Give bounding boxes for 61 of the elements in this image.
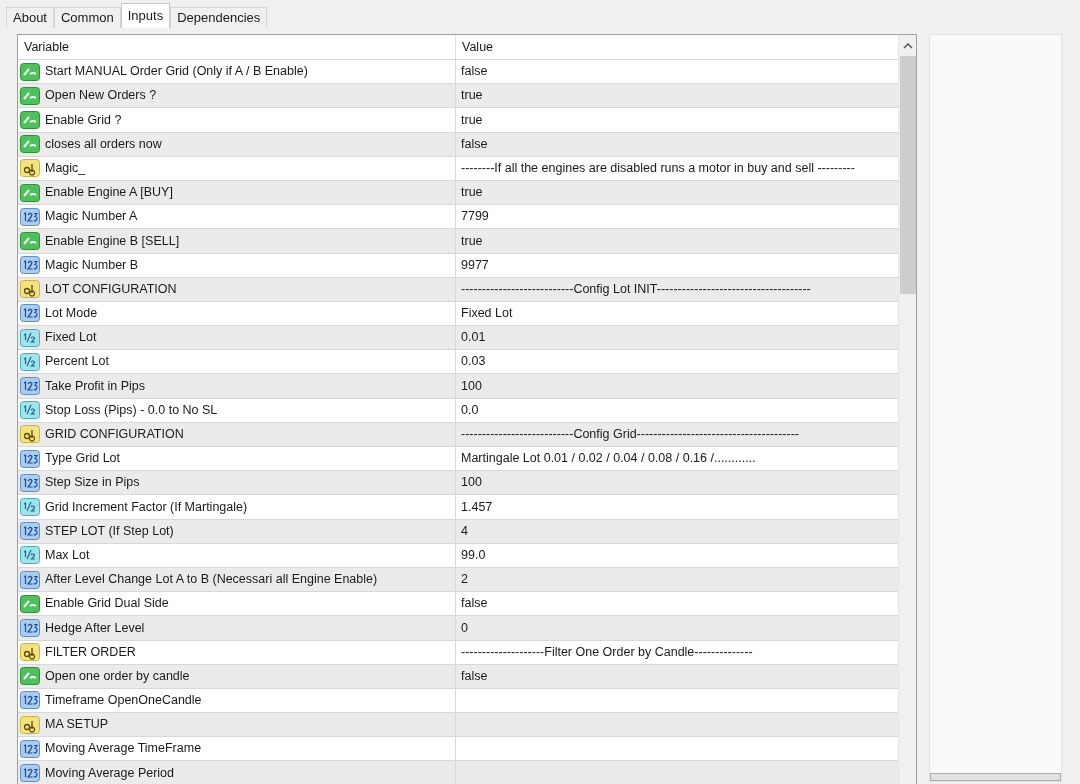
variable-value[interactable]: true [461, 231, 483, 251]
variable-value[interactable]: 0.01 [461, 328, 486, 348]
variable-name: STEP LOT (If Step Lot) [45, 522, 174, 540]
variable-value[interactable]: 99.0 [461, 545, 486, 565]
variable-value[interactable]: 0 [461, 618, 468, 638]
variable-name: Timeframe OpenOneCandle [45, 692, 202, 710]
variable-name: Step Size in Pips [45, 474, 140, 492]
variable-value[interactable]: false [461, 594, 488, 614]
variable-name: Stop Loss (Pips) - 0.0 to No SL [45, 401, 218, 419]
variable-value[interactable]: true [461, 183, 483, 202]
variable-name: closes all orders now [45, 135, 162, 153]
variable-value[interactable]: false [461, 666, 488, 686]
variable-name: Lot Mode [45, 305, 98, 323]
variable-value[interactable]: 1.457 [461, 497, 493, 517]
tab[interactable]: Dependencies [170, 7, 268, 28]
variable-value[interactable]: ---------------------------Config Lot INIT------------------------------------- [461, 279, 811, 299]
variable-name: MA SETUP [45, 716, 109, 734]
variable-name: Hedge After Level [45, 619, 145, 637]
variable-name: Magic_ [45, 159, 86, 177]
variable-name: Moving Average Period [45, 764, 175, 782]
variable-value[interactable]: 9977 [461, 255, 489, 275]
column-header[interactable]: Value [456, 35, 898, 59]
variable-name: Grid Increment Factor (If Martingale) [45, 498, 248, 516]
variable-value[interactable]: 0.0 [461, 400, 479, 420]
variable-value[interactable]: 7799 [461, 207, 489, 227]
variable-value[interactable]: false [461, 134, 488, 154]
variable-value[interactable]: 2 [461, 570, 468, 589]
variable-name: Open one order by candle [45, 667, 190, 685]
variable-value[interactable]: 100 [461, 473, 482, 493]
variable-value[interactable]: ---------------------------Config Grid--------------------------------------- [461, 425, 799, 444]
variable-name: Take Profit in Pips [45, 377, 146, 395]
variable-name: Enable Engine B [SELL] [45, 232, 180, 250]
variable-name: Magic Number B [45, 256, 139, 274]
variable-value[interactable]: --------------------Filter One Order by Candle-------------- [461, 642, 753, 662]
variable-value[interactable]: Martingale Lot 0.01 / 0.02 / 0.04 / 0.08 / 0.16 /............ [461, 449, 756, 468]
variable-name: Percent Lot [45, 353, 109, 371]
variable-value[interactable]: 100 [461, 376, 482, 396]
variable-value[interactable]: true [461, 110, 483, 130]
variable-name: Start MANUAL Order Grid (Only if A / B Enable) [45, 63, 308, 81]
variable-value[interactable]: Fixed Lot [461, 304, 513, 323]
variable-name: GRID CONFIGURATION [45, 426, 184, 444]
variable-value[interactable]: --------If all the engines are disabled runs a motor in buy and sell --------- [461, 158, 855, 178]
variable-value[interactable]: true [461, 86, 483, 106]
variable-value[interactable]: 4 [461, 521, 468, 541]
variable-name: Type Grid Lot [45, 450, 121, 468]
variable-name: After Level Change Lot A to B (Necessari all Engine Enable) [45, 571, 378, 589]
variable-name: Enable Grid Dual Side [45, 595, 169, 613]
variable-value[interactable]: 0.03 [461, 352, 486, 372]
variable-name: Enable Grid ? [45, 111, 122, 129]
variable-name: Moving Average TimeFrame [45, 740, 202, 758]
variable-name: Fixed Lot [45, 329, 97, 347]
variable-name: Magic Number A [45, 208, 138, 226]
variable-name: Max Lot [45, 546, 90, 564]
tab[interactable]: Common [54, 7, 121, 28]
variable-name: Open New Orders ? [45, 87, 157, 105]
variable-name: Enable Engine A [BUY] [45, 184, 173, 202]
variable-name: FILTER ORDER [45, 643, 136, 661]
variable-value[interactable]: false [461, 62, 488, 81]
tab[interactable]: Inputs [120, 3, 171, 28]
tab[interactable]: About [6, 7, 54, 28]
variable-name: LOT CONFIGURATION [45, 280, 177, 298]
